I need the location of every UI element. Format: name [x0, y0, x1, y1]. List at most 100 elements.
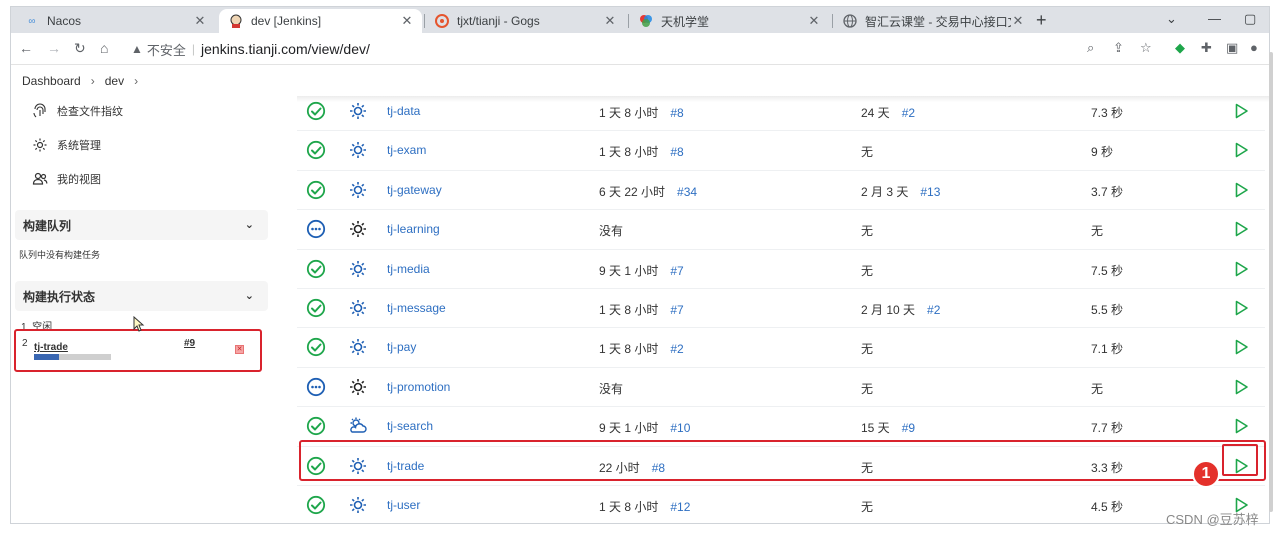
build-queue-header[interactable]: 构建队列 ⌄ [15, 210, 268, 240]
last-success-cell: 1 天 8 小时 #2 [599, 340, 684, 357]
last-success-time: 没有 [599, 224, 624, 239]
last-success-build-link[interactable]: #2 [670, 342, 683, 356]
job-row-tj-gateway: tj-gateway 6 天 22 小时 #34 2 月 3 天 #13 3.7 秒 [297, 171, 1265, 211]
job-name-link[interactable]: tj-media [387, 262, 430, 276]
watermark: CSDN @豆苏梓 [1166, 512, 1259, 527]
tab-gogs[interactable]: tjxt/tianji - Gogs ✕ [425, 9, 625, 33]
breadcrumb-dashboard[interactable]: Dashboard [22, 74, 81, 88]
tab-title: tjxt/tianji - Gogs [457, 14, 540, 28]
tab-jenkins[interactable]: dev [Jenkins] ✕ [219, 9, 422, 33]
last-success-build-link[interactable]: #10 [670, 421, 690, 435]
address-bar[interactable]: ▲ 不安全 | jenkins.tianji.com/view/dev/ [127, 37, 1267, 61]
warning-icon[interactable]: ▲ [131, 42, 143, 56]
last-failure-time: 24 天 [861, 106, 890, 120]
close-icon[interactable]: ✕ [400, 13, 414, 29]
tab-nacos[interactable]: ∞ Nacos ✕ [15, 9, 215, 33]
last-success-build-link[interactable]: #8 [670, 106, 683, 120]
schedule-build-play-icon[interactable] [1232, 220, 1250, 238]
home-icon[interactable]: ⌂ [100, 40, 108, 56]
insecure-label: 不安全 [146, 42, 186, 58]
job-name-link[interactable]: tj-data [387, 104, 420, 118]
schedule-build-play-icon[interactable] [1232, 260, 1250, 278]
zoom-icon[interactable]: ⌕ [1087, 40, 1094, 56]
extension-icon[interactable]: ◆ [1175, 40, 1185, 56]
close-icon[interactable]: ✕ [807, 13, 821, 29]
sunny-weather-icon [348, 377, 368, 397]
reload-icon[interactable]: ↻ [74, 40, 86, 57]
build-progress-bar[interactable] [34, 354, 111, 360]
bookmark-star-icon[interactable]: ☆ [1140, 40, 1152, 56]
last-failure-build-link[interactable]: #13 [920, 185, 940, 199]
last-success-cell: 6 天 22 小时 #34 [599, 183, 697, 200]
last-success-build-link[interactable]: #34 [677, 185, 697, 199]
job-name-link[interactable]: tj-promotion [387, 380, 450, 394]
schedule-build-play-icon[interactable] [1232, 299, 1250, 317]
last-success-time: 1 天 8 小时 [599, 145, 659, 160]
chevron-right-icon[interactable]: › [134, 74, 138, 88]
last-success-build-link[interactable]: #8 [670, 145, 683, 159]
sunny-weather-icon [348, 140, 368, 160]
last-success-time: 1 天 8 小时 [599, 500, 659, 514]
job-name-link[interactable]: tj-user [387, 498, 420, 512]
last-success-cell: 没有 [599, 380, 623, 397]
sunny-weather-icon [348, 298, 368, 318]
last-failure-time: 2 月 10 天 [861, 303, 916, 317]
executor-status-header[interactable]: 构建执行状态 ⌄ [15, 281, 268, 311]
job-name-link[interactable]: tj-message [387, 301, 446, 315]
globe-icon [843, 14, 857, 28]
last-success-build-link[interactable]: #7 [670, 303, 683, 317]
sidebar-item-fingerprint[interactable]: 检查文件指纹 [31, 102, 123, 120]
job-name-link[interactable]: tj-gateway [387, 183, 442, 197]
tab-tianji[interactable]: 天机学堂 ✕ [629, 9, 829, 33]
puzzle-icon[interactable]: ✚ [1201, 40, 1212, 56]
chevron-down-icon[interactable]: ⌄ [245, 289, 254, 302]
executor-job-link[interactable]: tj-trade [34, 342, 68, 353]
close-icon[interactable]: ✕ [603, 13, 617, 29]
back-icon[interactable]: ← [19, 40, 33, 56]
scrollbar[interactable] [1269, 52, 1273, 512]
success-status-icon [306, 416, 326, 436]
schedule-build-play-icon[interactable] [1232, 181, 1250, 199]
job-name-link[interactable]: tj-search [387, 419, 433, 433]
tab-search-icon[interactable]: ⌄ [1166, 11, 1177, 27]
last-success-cell: 1 天 8 小时 #8 [599, 143, 684, 160]
close-icon[interactable]: ✕ [193, 13, 207, 29]
last-failure-time: 无 [861, 342, 874, 357]
executor-build-link[interactable]: #9 [184, 338, 195, 349]
last-success-time: 没有 [599, 381, 624, 396]
maximize-icon[interactable]: ▢ [1244, 11, 1256, 27]
schedule-build-play-icon[interactable] [1232, 141, 1250, 159]
stop-build-icon[interactable]: ✕ [235, 345, 244, 354]
schedule-build-play-icon[interactable] [1232, 338, 1250, 356]
last-success-build-link[interactable]: #7 [670, 264, 683, 278]
success-status-icon [306, 337, 326, 357]
tab-api-docs[interactable]: 智汇云课堂 - 交易中心接口文档 ✕ [833, 9, 1033, 33]
sidebar-item-manage[interactable]: 系统管理 [31, 136, 101, 154]
side-panel-icon[interactable]: ▣ [1226, 40, 1238, 56]
header-shadow [297, 96, 1269, 102]
last-failure-cell: 无 [861, 340, 873, 357]
last-failure-build-link[interactable]: #9 [902, 421, 915, 435]
schedule-build-play-icon[interactable] [1232, 417, 1250, 435]
chevron-down-icon[interactable]: ⌄ [245, 218, 254, 231]
profile-avatar[interactable]: ● [1250, 40, 1258, 55]
job-name-link[interactable]: tj-pay [387, 340, 416, 354]
job-name-link[interactable]: tj-exam [387, 143, 426, 157]
last-failure-build-link[interactable]: #2 [927, 303, 940, 317]
schedule-build-play-icon[interactable] [1232, 102, 1250, 120]
last-failure-build-link[interactable]: #2 [902, 106, 915, 120]
share-icon[interactable]: ⇪ [1113, 40, 1124, 56]
schedule-build-play-icon[interactable] [1232, 378, 1250, 396]
sidebar-item-label: 我的视图 [57, 174, 101, 186]
last-duration: 4.5 秒 [1091, 500, 1124, 514]
job-name-link[interactable]: tj-learning [387, 222, 440, 236]
new-tab-button[interactable]: + [1036, 10, 1047, 31]
last-success-build-link[interactable]: #12 [670, 500, 690, 514]
minimize-icon[interactable]: — [1208, 11, 1221, 26]
job-row-tj-pay: tj-pay 1 天 8 小时 #2 无 7.1 秒 [297, 328, 1265, 368]
last-duration: 7.1 秒 [1091, 342, 1124, 357]
breadcrumb-dev[interactable]: dev [105, 74, 124, 88]
close-icon[interactable]: ✕ [1011, 13, 1025, 29]
sidebar-item-my-views[interactable]: 我的视图 [31, 170, 101, 188]
forward-icon[interactable]: → [47, 40, 61, 56]
